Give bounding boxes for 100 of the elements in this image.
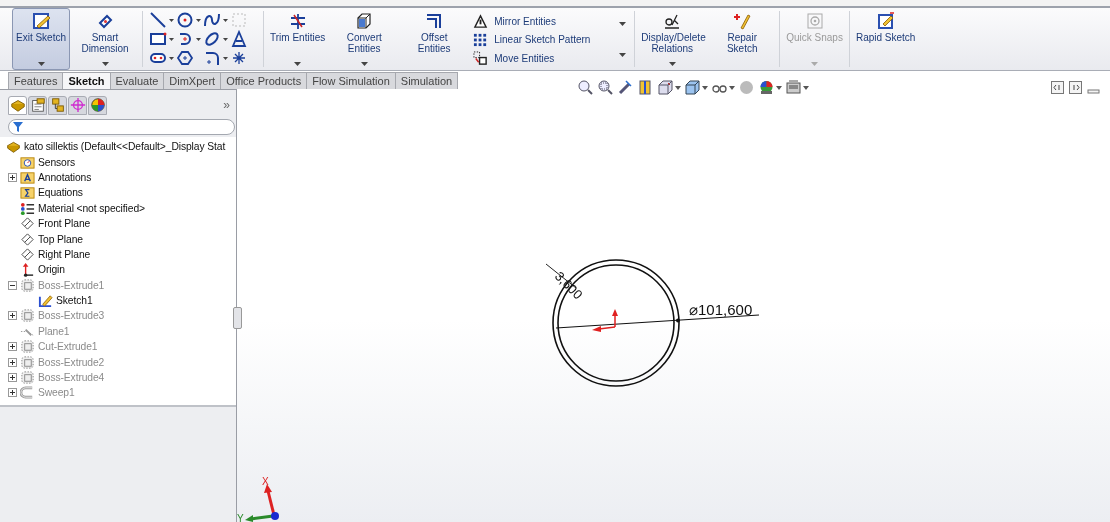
display-manager-tab[interactable] bbox=[88, 95, 107, 115]
feature-icon bbox=[20, 370, 35, 386]
tree-item[interactable]: Sweep1 bbox=[38, 387, 75, 399]
dimension-text[interactable]: ⌀101,600 bbox=[689, 301, 753, 318]
ribbon-button[interactable]: Convert Entities bbox=[329, 8, 400, 70]
tree-item[interactable]: Right Plane bbox=[38, 248, 91, 260]
caret-icon[interactable] bbox=[803, 85, 809, 90]
tree-item[interactable]: Boss-Extrude1 bbox=[38, 279, 105, 291]
dimxpert-manager-tab[interactable] bbox=[68, 95, 87, 115]
ribbon-button[interactable]: Trim Entities bbox=[266, 8, 330, 70]
scene-icon[interactable] bbox=[758, 79, 775, 96]
rapid-icon bbox=[875, 11, 896, 31]
caret-icon bbox=[360, 62, 368, 66]
move-icon bbox=[473, 50, 489, 66]
tree-root[interactable]: kato sillektis (Default<<Default>_Display Stat bbox=[24, 141, 226, 153]
tree-item[interactable]: Sensors bbox=[38, 156, 76, 168]
tab[interactable]: Simulation bbox=[394, 72, 459, 89]
caret-icon bbox=[294, 62, 302, 66]
caret-icon[interactable] bbox=[702, 85, 708, 90]
axis-label: Y bbox=[237, 513, 244, 522]
repair-icon bbox=[732, 11, 753, 31]
ellipse-tool-button[interactable] bbox=[203, 29, 231, 48]
tree-item[interactable]: Top Plane bbox=[38, 233, 83, 245]
sweep-icon bbox=[20, 385, 35, 401]
feature-icon bbox=[20, 277, 35, 293]
plane-icon bbox=[20, 216, 35, 232]
zoom-fit-icon[interactable] bbox=[577, 79, 594, 96]
tree-item[interactable]: Cut-Extrude1 bbox=[38, 341, 98, 353]
caret-icon[interactable] bbox=[619, 21, 627, 26]
expand-icon[interactable] bbox=[8, 357, 17, 367]
axis-triad bbox=[245, 484, 279, 522]
ribbon-button[interactable]: Smart Dimension bbox=[70, 8, 141, 70]
dimxpert-manager-icon bbox=[69, 97, 86, 113]
ribbon-button[interactable]: Offset Entities bbox=[399, 8, 470, 70]
more-button[interactable]: » bbox=[223, 98, 230, 112]
splitter-handle[interactable] bbox=[233, 307, 242, 329]
tile-icon[interactable] bbox=[1069, 81, 1082, 94]
tree-item[interactable]: Boss-Extrude2 bbox=[38, 356, 105, 368]
tree-item[interactable]: Sketch1 bbox=[56, 295, 93, 307]
display-style-icon[interactable] bbox=[684, 79, 701, 96]
axis-label: X bbox=[262, 476, 269, 487]
view-orientation-icon[interactable] bbox=[657, 79, 674, 96]
expand-icon[interactable] bbox=[8, 388, 17, 398]
caret-icon[interactable] bbox=[729, 85, 735, 90]
zoom-area-icon[interactable] bbox=[597, 79, 614, 96]
tree-item[interactable]: Boss-Extrude3 bbox=[38, 310, 105, 322]
tree-item[interactable]: Plane1 bbox=[38, 325, 70, 337]
filter-field[interactable] bbox=[8, 119, 235, 135]
tree-item[interactable]: Material <not specified> bbox=[38, 202, 145, 214]
exit-sketch-icon bbox=[31, 11, 51, 31]
mirror-icon bbox=[473, 13, 489, 29]
plane-icon bbox=[20, 246, 35, 262]
caret-icon[interactable] bbox=[776, 85, 782, 90]
expand-icon[interactable] bbox=[8, 342, 17, 352]
caret-icon[interactable] bbox=[619, 52, 627, 57]
filter-icon bbox=[13, 122, 23, 132]
feature-icon bbox=[20, 308, 35, 324]
ribbon-button[interactable]: Exit Sketch bbox=[12, 8, 71, 70]
expand-icon[interactable] bbox=[8, 311, 17, 321]
line-tool-button[interactable] bbox=[149, 10, 177, 29]
caret-icon bbox=[668, 62, 676, 66]
tree-item[interactable]: Boss-Extrude4 bbox=[38, 372, 105, 384]
feature-icon bbox=[20, 354, 35, 370]
expand-icon[interactable] bbox=[8, 172, 17, 182]
ribbon-button[interactable]: Display/Delete Relations bbox=[637, 8, 708, 70]
tree-item[interactable]: Annotations bbox=[38, 171, 92, 183]
tab[interactable]: Features bbox=[8, 72, 64, 89]
view-settings-icon[interactable] bbox=[785, 79, 802, 96]
equations-icon bbox=[20, 185, 35, 201]
tab[interactable]: Sketch bbox=[62, 72, 111, 89]
configuration-manager-tab[interactable] bbox=[48, 95, 67, 115]
ribbon-item[interactable]: Mirror Entities bbox=[473, 13, 614, 29]
caret-icon bbox=[37, 62, 45, 66]
tab[interactable]: Flow Simulation bbox=[306, 72, 396, 89]
tab[interactable]: Office Products bbox=[220, 72, 308, 89]
origin-icon bbox=[20, 262, 35, 278]
feature-icon bbox=[20, 339, 35, 355]
feature-manager-icon bbox=[9, 97, 26, 113]
circle-tool-button[interactable] bbox=[176, 10, 204, 29]
tab[interactable]: DimXpert bbox=[163, 72, 222, 89]
ribbon-item[interactable]: Linear Sketch Pattern bbox=[473, 31, 614, 48]
tab[interactable]: Evaluate bbox=[109, 72, 165, 89]
ribbon-item[interactable]: Move Entities bbox=[473, 50, 614, 66]
configuration-manager-icon bbox=[49, 97, 66, 113]
ribbon-button[interactable]: Rapid Sketch bbox=[851, 8, 920, 70]
tree-item[interactable]: Origin bbox=[38, 264, 65, 276]
sketch-icon bbox=[38, 293, 53, 309]
circle-sketch[interactable] bbox=[552, 259, 680, 387]
caret-icon[interactable] bbox=[675, 85, 681, 90]
collapse-icon[interactable] bbox=[8, 280, 17, 290]
origin-icon bbox=[592, 309, 618, 332]
tree-item[interactable]: Front Plane bbox=[38, 218, 91, 230]
section-view-icon[interactable] bbox=[637, 79, 654, 96]
ribbon-button[interactable]: Repair Sketch bbox=[707, 8, 778, 70]
property-manager-tab[interactable] bbox=[28, 95, 47, 115]
tree-item[interactable]: Equations bbox=[38, 187, 83, 199]
feature-manager-tab[interactable] bbox=[8, 95, 27, 115]
tile-icon[interactable] bbox=[1051, 81, 1064, 94]
expand-icon[interactable] bbox=[8, 373, 17, 383]
annotations-icon bbox=[20, 169, 35, 185]
